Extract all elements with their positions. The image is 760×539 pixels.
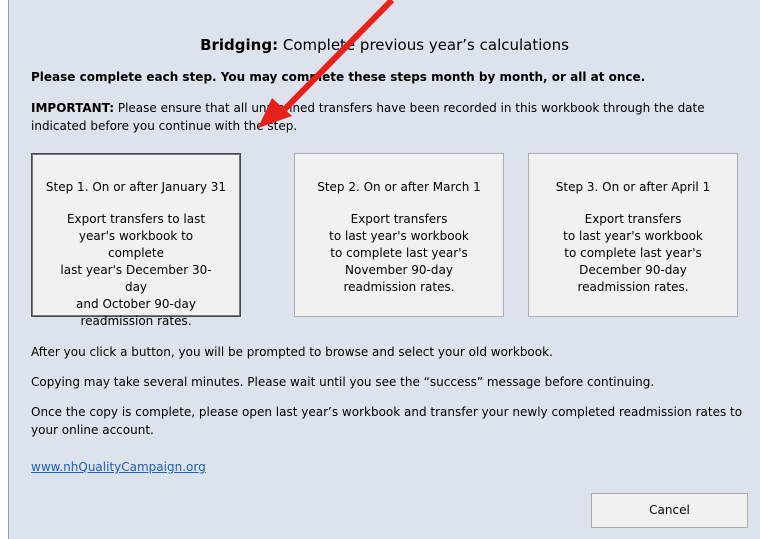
bridging-dialog: Bridging: Complete previous year’s calcu… (8, 0, 760, 539)
dialog-title-rest: Complete previous year’s calculations (278, 36, 569, 54)
website-link[interactable]: www.nhQualityCampaign.org (31, 460, 206, 474)
important-text: Please ensure that all unplanned transfe… (31, 101, 705, 133)
dialog-title-bold: Bridging: (200, 36, 279, 54)
once-complete-note: Once the copy is complete, please open l… (31, 405, 743, 437)
step-1-title: Step 1. On or after January 31 (45, 180, 227, 194)
cancel-button[interactable]: Cancel (591, 493, 748, 528)
step-2-description: Export transfers to last year's workbook… (329, 212, 469, 294)
instruction-text: Please complete each step. You may compl… (31, 70, 646, 84)
important-label: IMPORTANT: (31, 101, 115, 115)
step-3-description: Export transfers to last year's workbook… (563, 212, 703, 294)
step-3-title: Step 3. On or after April 1 (555, 180, 711, 194)
after-click-note: After you click a button, you will be pr… (31, 345, 553, 359)
step-1-button[interactable]: Step 1. On or after January 31 Export tr… (31, 153, 241, 328)
important-notice: IMPORTANT: Please ensure that all unplan… (31, 99, 746, 135)
step-2-button[interactable]: Step 2. On or after March 1 Export trans… (294, 153, 504, 317)
dialog-title: Bridging: Complete previous year’s calcu… (9, 36, 760, 54)
copying-note: Copying may take several minutes. Please… (31, 375, 655, 389)
step-2-title: Step 2. On or after March 1 (317, 180, 481, 194)
step-1-description: Export transfers to last year's workbook… (60, 212, 212, 328)
step-3-button[interactable]: Step 3. On or after April 1 Export trans… (528, 153, 738, 317)
